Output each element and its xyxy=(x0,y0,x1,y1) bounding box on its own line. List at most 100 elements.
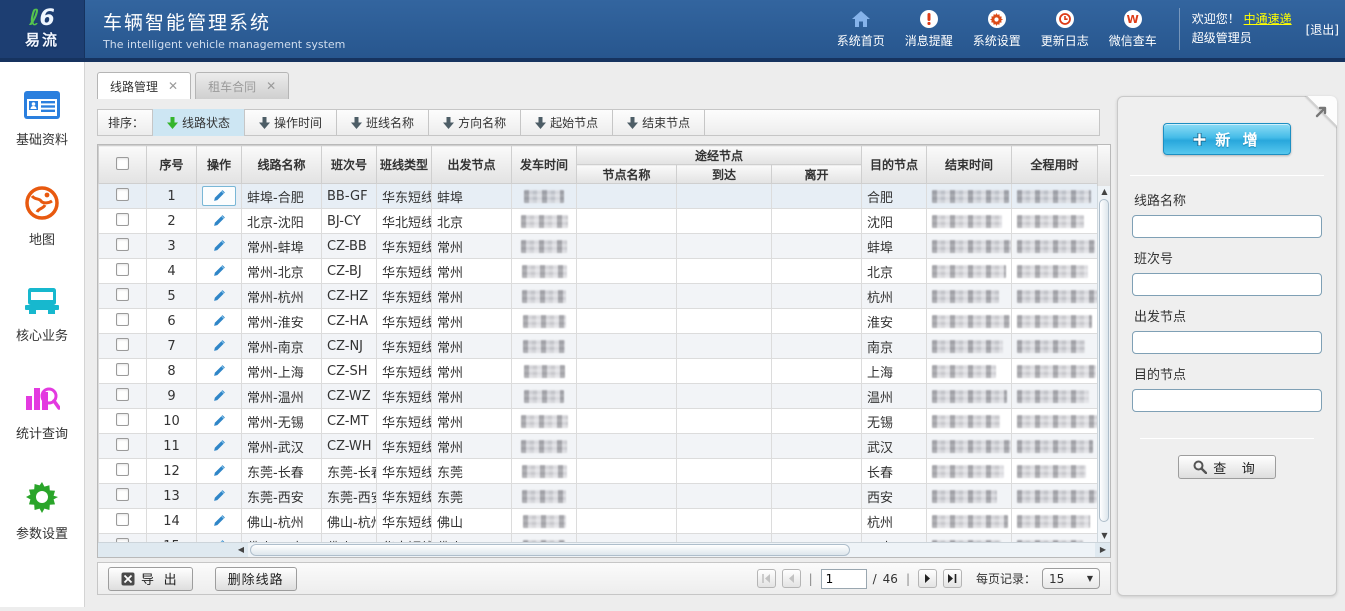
col-header-0[interactable]: 序号 xyxy=(147,146,197,184)
col-header-r2[interactable]: 全程用时 xyxy=(1012,146,1098,184)
row-checkbox[interactable] xyxy=(116,438,129,451)
nav-item-changelog[interactable]: 更新日志 xyxy=(1041,9,1089,49)
edit-route-button[interactable] xyxy=(202,186,236,206)
company-link[interactable]: 中通速递 xyxy=(1244,12,1292,26)
edit-route-button[interactable] xyxy=(208,286,230,304)
horizontal-scrollbar-thumb[interactable] xyxy=(250,544,850,556)
tab-rental-contract[interactable]: 租车合同✕ xyxy=(195,72,289,99)
table-row[interactable]: 6常州-淮安CZ-HA华东短线常州淮安 xyxy=(99,309,1098,334)
sidebar-item-map[interactable]: 地图 xyxy=(0,186,84,248)
col-header-r0[interactable]: 目的节点 xyxy=(862,146,927,184)
route-name-input[interactable] xyxy=(1132,215,1322,238)
table-row[interactable]: 2北京-沈阳BJ-CY华北短线北京沈阳 xyxy=(99,209,1098,234)
row-checkbox[interactable] xyxy=(116,463,129,476)
edit-route-button[interactable] xyxy=(208,336,230,354)
search-button[interactable]: 查 询 xyxy=(1178,455,1276,479)
edit-route-button[interactable] xyxy=(208,361,230,379)
row-checkbox[interactable] xyxy=(116,388,129,401)
col-header-6[interactable]: 发车时间 xyxy=(512,146,577,184)
scroll-down-icon[interactable]: ▼ xyxy=(1098,530,1110,542)
edit-route-button[interactable] xyxy=(208,386,230,404)
horizontal-scrollbar[interactable]: ◀ ▶ xyxy=(98,542,1110,557)
edit-route-button[interactable] xyxy=(208,311,230,329)
table-row[interactable]: 9常州-温州CZ-WZ华东短线常州温州 xyxy=(99,384,1098,409)
sort-option-4[interactable]: 起始节点 xyxy=(521,109,613,136)
table-row[interactable]: 14佛山-杭州佛山-杭州华东短线佛山杭州 xyxy=(99,509,1098,534)
last-page-button[interactable] xyxy=(943,569,962,588)
sidebar-item-statistics[interactable]: 统计查询 xyxy=(0,382,84,442)
add-route-button[interactable]: 新 增 xyxy=(1163,123,1291,155)
table-row[interactable]: 4常州-北京CZ-BJ华东短线常州北京 xyxy=(99,259,1098,284)
edit-route-button[interactable] xyxy=(208,511,230,529)
delete-routes-button[interactable]: 删除线路 xyxy=(215,567,297,591)
export-button[interactable]: 导 出 xyxy=(108,567,193,591)
row-checkbox[interactable] xyxy=(116,413,129,426)
table-row[interactable]: 15佛山-三水佛山-三水华南短线佛山三水 xyxy=(99,534,1098,543)
table-row[interactable]: 12东莞-长春东莞-长春华东短线东莞长春 xyxy=(99,459,1098,484)
nav-item-settings[interactable]: 系统设置 xyxy=(973,9,1021,49)
sort-option-3[interactable]: 方向名称 xyxy=(429,109,521,136)
sidebar-item-parameters[interactable]: 参数设置 xyxy=(0,480,84,542)
col-header-2[interactable]: 线路名称 xyxy=(242,146,322,184)
col-header-3[interactable]: 班次号 xyxy=(322,146,377,184)
select-all-checkbox[interactable] xyxy=(116,157,129,170)
row-checkbox[interactable] xyxy=(116,313,129,326)
sort-option-2[interactable]: 班线名称 xyxy=(337,109,429,136)
per-page-select[interactable]: 15 ▼ xyxy=(1042,568,1100,589)
table-row[interactable]: 3常州-蚌埠CZ-BB华东短线常州蚌埠 xyxy=(99,234,1098,259)
edit-route-button[interactable] xyxy=(208,486,230,504)
row-checkbox[interactable] xyxy=(116,288,129,301)
prev-page-button[interactable] xyxy=(782,569,801,588)
scroll-right-icon[interactable]: ▶ xyxy=(1096,543,1110,557)
row-checkbox[interactable] xyxy=(116,338,129,351)
table-row[interactable]: 8常州-上海CZ-SH华东短线常州上海 xyxy=(99,359,1098,384)
sort-option-5[interactable]: 结束节点 xyxy=(613,109,705,136)
edit-route-button[interactable] xyxy=(208,436,230,454)
sidebar-item-basic-data[interactable]: 基础资料 xyxy=(0,90,84,148)
row-checkbox[interactable] xyxy=(116,238,129,251)
page-number-input[interactable] xyxy=(821,569,867,589)
col-subheader-0[interactable]: 节点名称 xyxy=(577,165,677,184)
table-row[interactable]: 11常州-武汉CZ-WH华东短线常州武汉 xyxy=(99,434,1098,459)
sidebar-item-core-biz[interactable]: 核心业务 xyxy=(0,286,84,344)
col-subheader-1[interactable]: 到达 xyxy=(677,165,772,184)
edit-route-button[interactable] xyxy=(208,411,230,429)
table-row[interactable]: 13东莞-西安东莞-西安华东短线东莞西安 xyxy=(99,484,1098,509)
col-header-4[interactable]: 班线类型 xyxy=(377,146,432,184)
nav-item-wechat[interactable]: W微信查车 xyxy=(1109,9,1157,49)
nav-item-message[interactable]: 消息提醒 xyxy=(905,9,953,49)
col-header-1[interactable]: 操作 xyxy=(197,146,242,184)
sort-option-0[interactable]: 线路状态 xyxy=(153,109,245,136)
row-checkbox[interactable] xyxy=(116,263,129,276)
edit-route-button[interactable] xyxy=(208,261,230,279)
depart-node-input[interactable] xyxy=(1132,331,1322,354)
row-checkbox[interactable] xyxy=(116,488,129,501)
dest-node-input[interactable] xyxy=(1132,389,1322,412)
shift-no-input[interactable] xyxy=(1132,273,1322,296)
vertical-scrollbar-thumb[interactable] xyxy=(1099,199,1109,522)
table-row[interactable]: 5常州-杭州CZ-HZ华东短线常州杭州 xyxy=(99,284,1098,309)
vertical-scrollbar[interactable]: ▲ ▼ xyxy=(1097,186,1110,542)
scroll-left-icon[interactable]: ◀ xyxy=(234,543,248,557)
edit-route-button[interactable] xyxy=(208,461,230,479)
app-logo[interactable]: ℓ6 易流 xyxy=(0,0,85,58)
nav-item-home[interactable]: 系统首页 xyxy=(837,9,885,49)
logout-button[interactable]: [退出] xyxy=(1306,21,1339,38)
table-row[interactable]: 10常州-无锡CZ-MT华东短线常州无锡 xyxy=(99,409,1098,434)
next-page-button[interactable] xyxy=(918,569,937,588)
tab-close-icon[interactable]: ✕ xyxy=(266,79,276,93)
row-checkbox[interactable] xyxy=(116,188,129,201)
sort-option-1[interactable]: 操作时间 xyxy=(245,109,337,136)
panel-pin-button[interactable] xyxy=(1297,96,1337,136)
scroll-up-icon[interactable]: ▲ xyxy=(1098,186,1110,198)
col-header-r1[interactable]: 结束时间 xyxy=(927,146,1012,184)
row-checkbox[interactable] xyxy=(116,213,129,226)
tab-route-management[interactable]: 线路管理✕ xyxy=(97,72,191,99)
row-checkbox[interactable] xyxy=(116,363,129,376)
col-header-5[interactable]: 出发节点 xyxy=(432,146,512,184)
col-subheader-2[interactable]: 离开 xyxy=(772,165,862,184)
edit-route-button[interactable] xyxy=(208,236,230,254)
table-row[interactable]: 7常州-南京CZ-NJ华东短线常州南京 xyxy=(99,334,1098,359)
tab-close-icon[interactable]: ✕ xyxy=(168,79,178,93)
row-checkbox[interactable] xyxy=(116,513,129,526)
